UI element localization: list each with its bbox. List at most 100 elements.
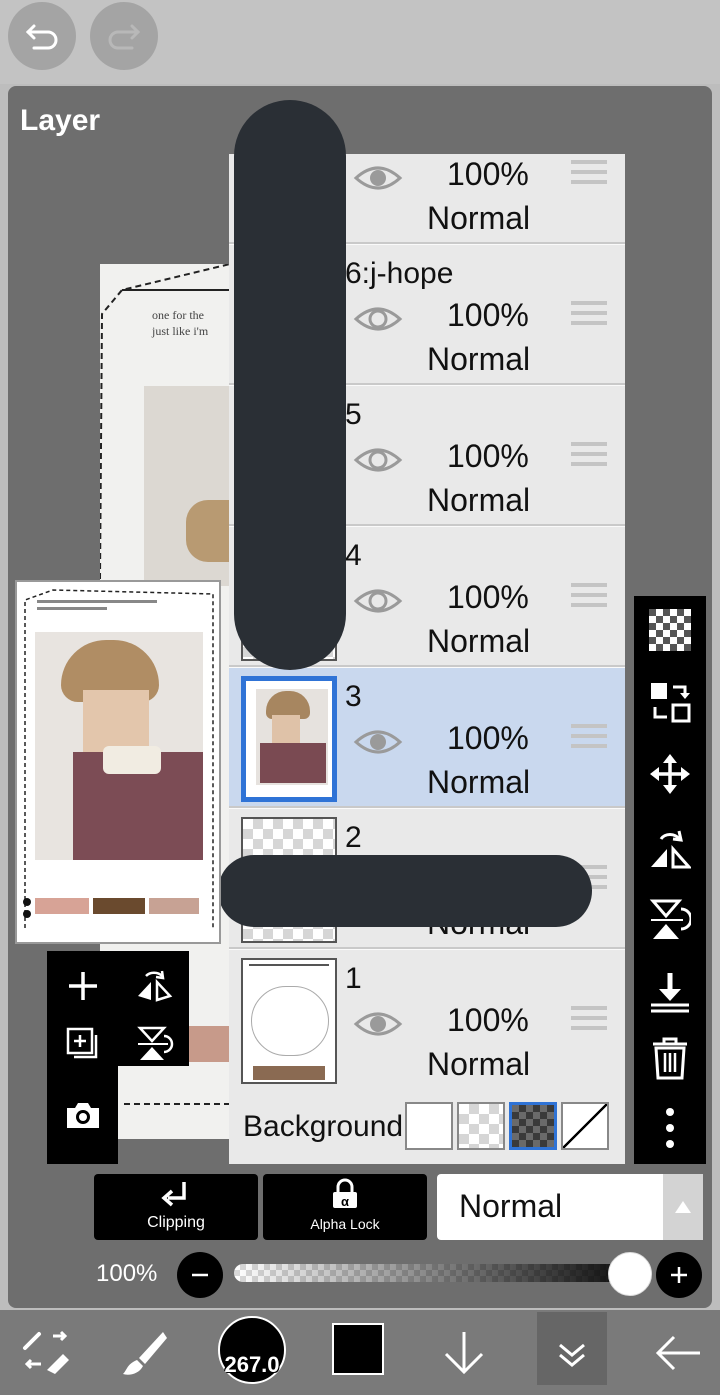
drag-handle-icon[interactable]: [571, 1006, 607, 1036]
preview-dot: [23, 910, 31, 918]
drag-handle-icon[interactable]: [571, 301, 607, 331]
flip-vertical-icon: [136, 1026, 173, 1060]
background-white-swatch[interactable]: [405, 1102, 453, 1150]
undo-button[interactable]: [8, 2, 76, 70]
eye-icon[interactable]: [353, 1008, 403, 1040]
layer-opacity: 100%: [447, 156, 529, 192]
transform-tool-button[interactable]: [8, 1310, 84, 1395]
brush-size-button[interactable]: 267.0: [218, 1316, 286, 1384]
blend-mode-select[interactable]: Normal: [437, 1174, 703, 1240]
layer-thumbnail[interactable]: [241, 958, 337, 1084]
arrow-left-icon: [655, 1335, 700, 1370]
layer-actions-panel-2: [47, 1066, 118, 1164]
background-transparent-swatch[interactable]: [457, 1102, 505, 1150]
plus-icon: [671, 1267, 687, 1283]
layer-opacity: 100%: [447, 1002, 529, 1038]
layer-thumbnail[interactable]: [241, 676, 337, 802]
canvas-preview[interactable]: [15, 580, 221, 944]
canvas-lips-strip: [184, 1026, 230, 1062]
layer-blend-mode: Normal: [427, 200, 531, 236]
layer-row-selected[interactable]: 3 100% Normal: [229, 668, 625, 808]
opacity-slider-knob[interactable]: [608, 1252, 652, 1296]
layer-down-button[interactable]: [432, 1310, 496, 1395]
undo-icon: [25, 24, 58, 50]
drag-handle-icon[interactable]: [571, 724, 607, 754]
drag-handle-icon[interactable]: [571, 160, 607, 190]
brush-tool-button[interactable]: [106, 1310, 182, 1395]
merge-down-button[interactable]: [634, 962, 706, 1022]
layers-menu-button[interactable]: [537, 1312, 607, 1385]
minus-icon: [192, 1273, 208, 1277]
transform-eraser-icon: [23, 1330, 69, 1374]
flip-vertical-layer-button[interactable]: [118, 1021, 189, 1066]
preview-dot: [23, 898, 31, 906]
layer-blend-mode: Normal: [427, 341, 531, 377]
background-none-swatch[interactable]: [561, 1102, 609, 1150]
layer-opacity: 100%: [447, 720, 529, 756]
redo-button[interactable]: [90, 2, 158, 70]
eye-icon[interactable]: [353, 303, 403, 335]
layer-blend-mode: Normal: [427, 623, 531, 659]
eye-icon[interactable]: [353, 585, 403, 617]
trash-icon: [653, 1037, 687, 1080]
layer-opacity: 100%: [447, 297, 529, 333]
layer-name: 1: [345, 962, 362, 995]
duplicate-icon: [66, 1027, 97, 1058]
flip-horizontal-icon: [137, 970, 172, 1002]
layer-row[interactable]: 1 100% Normal: [229, 950, 625, 1090]
merge-down-icon: [651, 973, 689, 1013]
drag-handle-icon[interactable]: [571, 442, 607, 472]
add-layer-button[interactable]: [47, 951, 118, 1021]
background-layer-row: Background: [229, 1088, 625, 1164]
canvas-caption-line-1: one for the: [152, 308, 204, 322]
drag-handle-icon[interactable]: [571, 583, 607, 613]
layer-opacity: 100%: [447, 438, 529, 474]
swap-content-icon: [651, 683, 691, 723]
select-layer-content-button[interactable]: [634, 672, 706, 732]
camera-button[interactable]: [47, 1066, 118, 1164]
layer-name: 4: [345, 539, 362, 572]
move-button[interactable]: [634, 744, 706, 804]
flip-horizontal-layer-button[interactable]: [118, 951, 189, 1021]
eye-icon[interactable]: [353, 444, 403, 476]
clipping-button[interactable]: Clipping: [94, 1174, 258, 1240]
preview-strip: [35, 898, 89, 914]
background-label: Background: [243, 1110, 404, 1143]
arrow-down-icon: [444, 1331, 484, 1374]
camera-icon: [66, 1103, 99, 1128]
right-toolbar: [634, 596, 706, 1164]
layer-name: 5: [345, 398, 362, 431]
flip-horizontal-button[interactable]: [634, 818, 706, 878]
duplicate-layer-button[interactable]: [47, 1021, 118, 1066]
flip-vertical-icon: [649, 899, 691, 939]
eye-icon[interactable]: [353, 726, 403, 758]
layer-actions-panel: [47, 951, 189, 1066]
flip-vertical-button[interactable]: [634, 890, 706, 950]
top-bar: [0, 0, 720, 84]
redo-icon: [108, 24, 141, 50]
blend-mode-arrow[interactable]: [663, 1174, 703, 1240]
alpha-lock-button[interactable]: α Alpha Lock: [263, 1174, 427, 1240]
plus-icon: [68, 972, 97, 1000]
preview-strip: [149, 898, 199, 914]
background-dark-checker-swatch[interactable]: [509, 1102, 557, 1150]
brush-size-value: 267.0: [224, 1352, 280, 1377]
more-options-button[interactable]: [634, 1098, 706, 1158]
back-button[interactable]: [640, 1310, 716, 1395]
delete-layer-button[interactable]: [634, 1028, 706, 1088]
double-chevron-down-icon: [559, 1343, 585, 1367]
preview-strip: [93, 898, 145, 914]
alpha-lock-label: Alpha Lock: [310, 1216, 380, 1232]
canvas-caption-line-2: just like i'm: [152, 324, 209, 338]
eye-icon[interactable]: [353, 162, 403, 194]
color-swatch[interactable]: [332, 1323, 384, 1375]
opacity-slider[interactable]: [234, 1264, 630, 1282]
panel-title: Layer: [20, 104, 101, 137]
transparency-button[interactable]: [634, 600, 706, 660]
layer-name: 2: [345, 821, 362, 854]
opacity-increase-button[interactable]: [656, 1252, 702, 1298]
opacity-decrease-button[interactable]: [177, 1252, 223, 1298]
blend-mode-value: Normal: [459, 1188, 563, 1224]
scribble-horizontal: [218, 855, 592, 927]
lock-icon: α: [333, 1178, 357, 1209]
